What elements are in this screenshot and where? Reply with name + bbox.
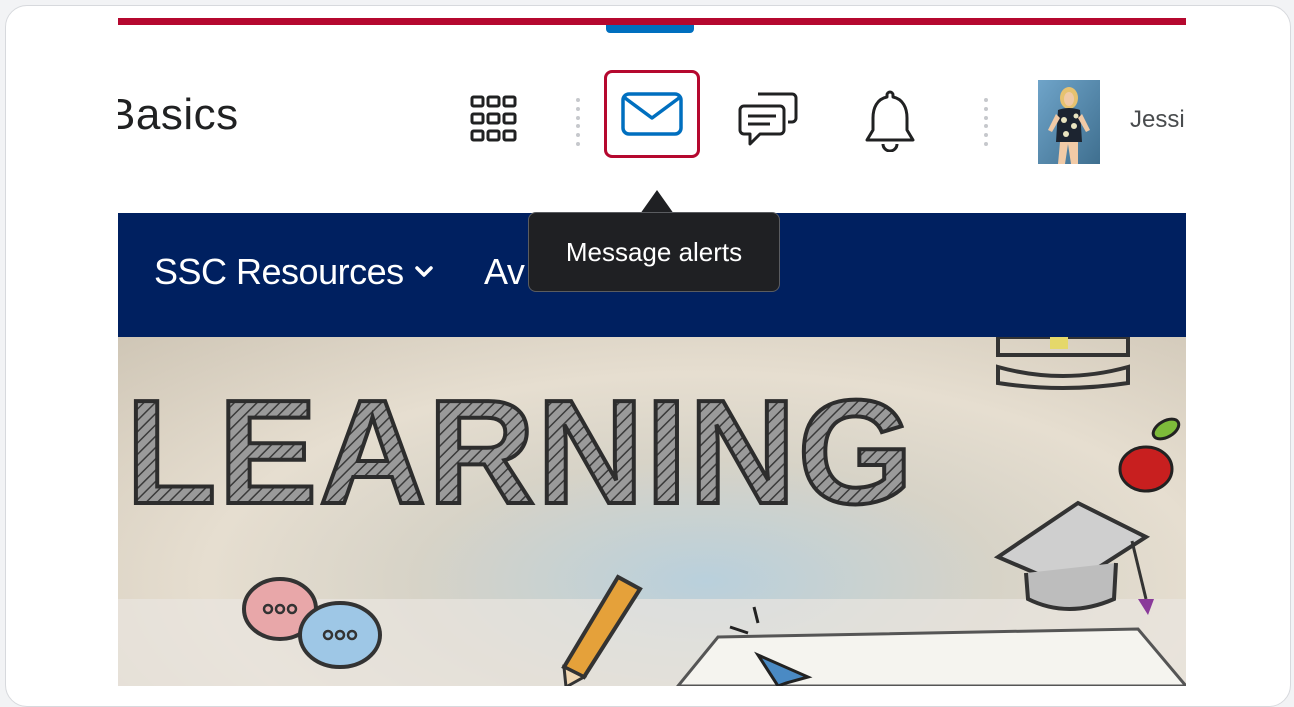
course-title[interactable]: Basics bbox=[118, 90, 239, 140]
banner-illustration: LEARNING bbox=[118, 337, 1186, 686]
subscription-alerts-button[interactable] bbox=[732, 84, 804, 156]
active-indicator bbox=[606, 25, 694, 33]
course-banner-image: LEARNING bbox=[118, 337, 1186, 686]
user-name[interactable]: Jessi bbox=[1130, 106, 1185, 134]
nav-item-label: SSC Resources bbox=[154, 251, 404, 292]
tooltip-text: Message alerts bbox=[528, 212, 780, 292]
update-alerts-button[interactable] bbox=[858, 84, 922, 156]
separator bbox=[984, 98, 988, 146]
avatar[interactable] bbox=[1038, 80, 1100, 164]
tooltip-arrow bbox=[640, 190, 674, 214]
course-selector-button[interactable] bbox=[463, 88, 525, 150]
browser-viewport: Basics Jessi SSC Resources Av LEARNING M… bbox=[118, 6, 1186, 686]
nav-item-partial[interactable]: Av bbox=[484, 251, 525, 293]
banner-word: LEARNING bbox=[126, 370, 915, 535]
chat-bubbles-icon bbox=[738, 92, 798, 146]
nav-item-label: Av bbox=[484, 251, 525, 292]
screenshot-card: Basics Jessi SSC Resources Av LEARNING M… bbox=[5, 5, 1291, 707]
user-photo bbox=[1038, 80, 1100, 164]
chevron-down-icon bbox=[414, 266, 433, 277]
message-alerts-button[interactable] bbox=[604, 70, 700, 158]
separator bbox=[576, 98, 580, 146]
waffle-grid-icon bbox=[470, 95, 517, 142]
bell-icon bbox=[865, 90, 915, 152]
brand-bar bbox=[118, 18, 1186, 25]
nav-item-ssc-resources[interactable]: SSC Resources bbox=[154, 251, 434, 293]
envelope-icon bbox=[621, 92, 683, 136]
